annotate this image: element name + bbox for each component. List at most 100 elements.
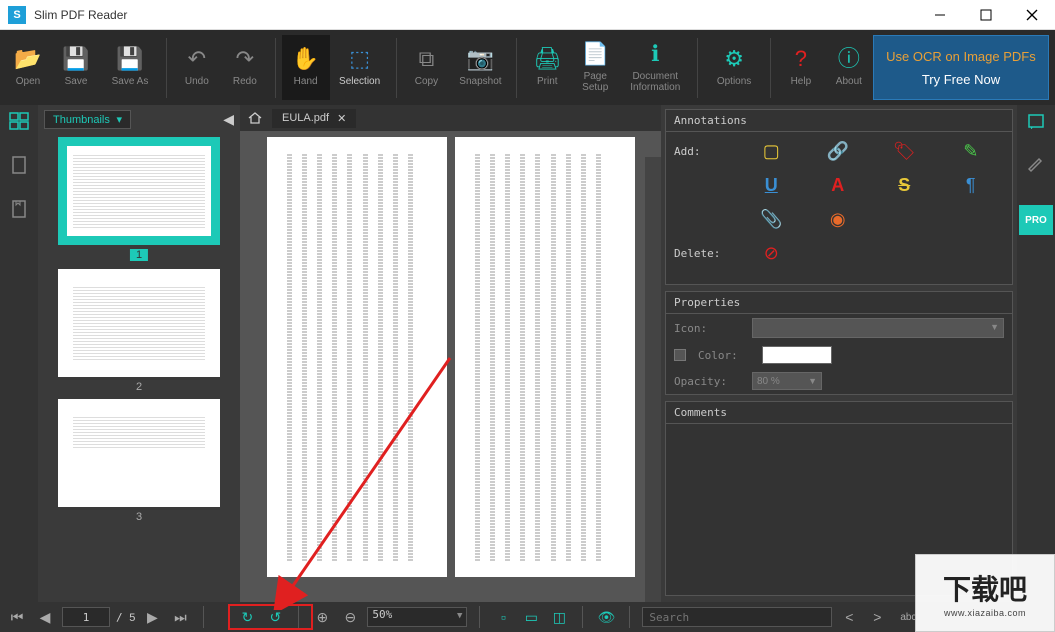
copy-icon: ⧉ — [419, 48, 435, 70]
zoom-out-button[interactable]: ⊖ — [339, 606, 361, 628]
zoom-in-button[interactable]: ⊕ — [311, 606, 333, 628]
thumbnail-page-1[interactable]: 1 — [58, 137, 220, 263]
annotations-rail-button[interactable] — [1022, 109, 1050, 133]
redo-icon: ↷ — [236, 48, 254, 70]
minimize-button[interactable] — [917, 0, 963, 30]
document-area: EULA.pdf✕ — [240, 105, 661, 602]
thumbnails-dropdown[interactable]: Thumbnails ▾ — [44, 110, 131, 129]
attachments-rail-button[interactable] — [5, 197, 33, 221]
copy-button[interactable]: ⧉Copy — [402, 35, 450, 100]
underline-icon[interactable]: U — [759, 174, 783, 196]
app-logo: S — [8, 6, 26, 24]
folder-icon: 📂 — [14, 48, 41, 70]
attachment-icon[interactable]: 📎 — [759, 208, 783, 230]
save-as-icon: 💾 — [116, 48, 143, 70]
delete-annotation-icon[interactable]: ⊘ — [759, 242, 783, 264]
selection-tool-button[interactable]: ⬚Selection — [330, 35, 390, 100]
properties-section: Properties Icon: Color: Opacity: 80 % — [665, 291, 1013, 395]
hand-tool-button[interactable]: ✋Hand — [282, 35, 330, 100]
open-button[interactable]: 📂Open — [4, 35, 52, 100]
search-prev-button[interactable]: < — [838, 606, 860, 628]
promo-banner[interactable]: Use OCR on Image PDFs Try Free Now — [873, 35, 1049, 100]
properties-header: Properties — [666, 292, 1012, 314]
color-property-label: Color: — [698, 349, 754, 362]
promo-line1: Use OCR on Image PDFs — [874, 49, 1048, 64]
thumbnail-list[interactable]: 1 2 3 — [38, 133, 240, 602]
thumbnail-page-3[interactable]: 3 — [58, 399, 220, 523]
titlebar: S Slim PDF Reader — [0, 0, 1055, 30]
icon-property-dropdown[interactable] — [752, 318, 1004, 338]
opacity-dropdown[interactable]: 80 % — [752, 372, 822, 390]
close-button[interactable] — [1009, 0, 1055, 30]
icon-property-label: Icon: — [674, 322, 744, 335]
paragraph-icon[interactable]: ¶ — [959, 174, 983, 196]
search-next-button[interactable]: > — [866, 606, 888, 628]
color-checkbox[interactable] — [674, 349, 686, 361]
page-number-input[interactable] — [62, 607, 110, 627]
watermark-url: www.xiazaiba.com — [944, 608, 1026, 618]
document-tab[interactable]: EULA.pdf✕ — [272, 109, 356, 128]
watermark-overlay: 下载吧 www.xiazaiba.com — [915, 554, 1055, 632]
content-area: Thumbnails ▾ ◀ 1 2 3 EULA.pdf✕ — [0, 105, 1055, 602]
link-icon[interactable]: 🔗 — [826, 140, 850, 162]
last-page-button[interactable]: ⏭ — [169, 606, 191, 628]
watermark-icon[interactable]: ◉ — [826, 208, 850, 230]
first-page-button[interactable]: ⏮ — [6, 606, 28, 628]
view-facing-button[interactable]: ◫ — [548, 606, 570, 628]
note-icon[interactable]: ▢ — [759, 140, 783, 162]
page-setup-button[interactable]: 📄Page Setup — [571, 35, 619, 100]
vertical-scrollbar[interactable] — [645, 157, 661, 602]
info-icon: ℹ — [651, 43, 659, 65]
thumbnails-rail-button[interactable] — [5, 109, 33, 133]
help-button[interactable]: ?Help — [777, 35, 825, 100]
about-button[interactable]: ⓘAbout — [825, 35, 873, 100]
bookmarks-rail-button[interactable] — [5, 153, 33, 177]
right-panel: Annotations Add: ▢ 🔗 🏷 ✎ U A — [661, 105, 1017, 602]
collapse-panel-button[interactable]: ◀ — [223, 111, 234, 128]
next-page-button[interactable]: ▶ — [141, 606, 163, 628]
strikeout-icon[interactable]: S — [892, 174, 916, 196]
highlight-icon[interactable]: ✎ — [959, 140, 983, 162]
color-swatch[interactable] — [762, 346, 832, 364]
maximize-button[interactable] — [963, 0, 1009, 30]
save-button[interactable]: 💾Save — [52, 35, 100, 100]
close-tab-icon[interactable]: ✕ — [337, 112, 346, 125]
view-single-button[interactable]: ▫ — [492, 606, 514, 628]
home-tab-button[interactable] — [244, 108, 266, 128]
search-input[interactable] — [642, 607, 832, 627]
app-title: Slim PDF Reader — [34, 8, 127, 22]
document-viewport[interactable] — [240, 131, 661, 602]
left-rail — [0, 105, 38, 602]
undo-icon: ↶ — [188, 48, 206, 70]
opacity-property-label: Opacity: — [674, 375, 744, 388]
bottom-bar: ⏮ ◀ / 5 ▶ ⏭ ↻ ↺ ⊕ ⊖ 50% ▫ ▭ ◫ 👁 < > abc — [0, 602, 1055, 632]
redo-button[interactable]: ↷Redo — [221, 35, 269, 100]
text-icon[interactable]: A — [826, 174, 850, 196]
print-button[interactable]: 🖨Print — [523, 35, 571, 100]
about-icon: ⓘ — [838, 48, 860, 70]
pdf-page-1-right — [455, 137, 635, 577]
thumbnails-panel: Thumbnails ▾ ◀ 1 2 3 — [38, 105, 240, 602]
tab-bar: EULA.pdf✕ — [240, 105, 661, 131]
save-as-button[interactable]: 💾Save As — [100, 35, 160, 100]
stamp-icon[interactable]: 🏷 — [892, 140, 916, 162]
thumbnail-page-2[interactable]: 2 — [58, 269, 220, 393]
undo-button[interactable]: ↶Undo — [173, 35, 221, 100]
prev-page-button[interactable]: ◀ — [34, 606, 56, 628]
pro-badge[interactable]: PRO — [1019, 205, 1053, 235]
right-rail: PRO — [1017, 105, 1055, 602]
options-button[interactable]: ⚙Options — [704, 35, 764, 100]
promo-line2: Try Free Now — [874, 72, 1048, 87]
save-icon: 💾 — [62, 48, 89, 70]
zoom-dropdown[interactable]: 50% — [367, 607, 467, 627]
gear-icon: ⚙ — [724, 48, 744, 70]
rotate-ccw-button[interactable]: ↺ — [264, 606, 286, 628]
view-continuous-button[interactable]: ▭ — [520, 606, 542, 628]
snapshot-button[interactable]: 📷Snapshot — [450, 35, 510, 100]
camera-icon: 📷 — [467, 48, 494, 70]
edit-rail-button[interactable] — [1022, 153, 1050, 177]
print-icon: 🖨 — [533, 48, 561, 70]
view-mode-button[interactable]: 👁 — [595, 606, 617, 628]
doc-info-button[interactable]: ℹDocument Information — [619, 35, 691, 100]
rotate-cw-button[interactable]: ↻ — [236, 606, 258, 628]
